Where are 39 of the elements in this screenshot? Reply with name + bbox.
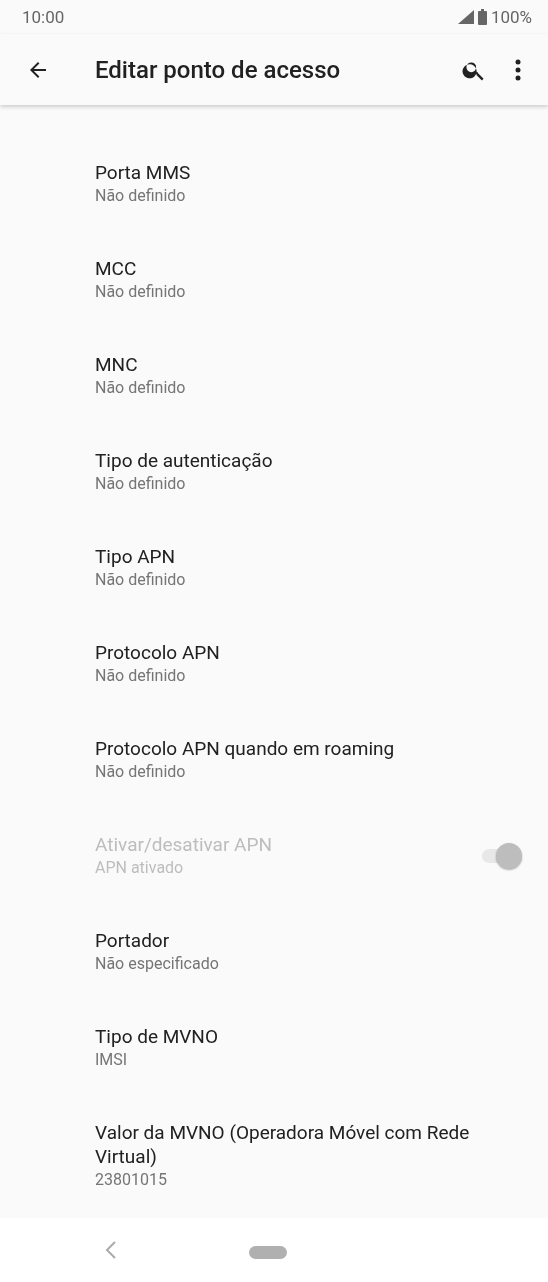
setting-item[interactable]: Tipo de MVNO IMSI xyxy=(0,989,548,1085)
setting-title: Protocolo APN xyxy=(95,641,221,665)
setting-item[interactable]: Portador Não especificado xyxy=(0,893,548,989)
setting-item[interactable]: Protocolo APN Não definido xyxy=(0,605,548,701)
setting-summary: Não definido xyxy=(95,569,187,591)
clock: 10:00 xyxy=(22,7,66,27)
setting-item[interactable]: Tipo de autenticação Não definido xyxy=(0,413,548,509)
setting-item[interactable]: Valor da MVNO (Operadora Móvel com Rede Virtual) 23801015 xyxy=(0,1085,548,1205)
more-options-icon[interactable] xyxy=(515,58,521,81)
setting-summary: Não definido xyxy=(95,185,187,207)
setting-summary: Não definido xyxy=(95,665,187,687)
setting-title: Porta MMS xyxy=(95,161,192,185)
screen-title: Editar ponto de acesso xyxy=(95,55,342,84)
setting-title: Protocolo APN quando em roaming xyxy=(95,737,396,761)
setting-item[interactable]: Protocolo APN quando em roaming Não definido xyxy=(0,701,548,797)
setting-title: Valor da MVNO (Operadora Móvel com Rede Virtual) xyxy=(95,1121,471,1169)
setting-item[interactable]: Porta MMS Não definido xyxy=(0,125,548,221)
setting-summary: Não definido xyxy=(95,281,187,303)
setting-summary: Não definido xyxy=(95,761,187,783)
setting-item[interactable]: MNC Não definido xyxy=(0,317,548,413)
setting-title: MNC xyxy=(95,353,139,377)
battery-icon xyxy=(477,9,487,25)
setting-summary: 23801015 xyxy=(95,1169,168,1191)
setting-title: Tipo APN xyxy=(95,545,177,569)
setting-summary: Não definido xyxy=(95,377,187,399)
setting-item[interactable]: Tipo APN Não definido xyxy=(0,509,548,605)
setting-summary: Não especificado xyxy=(95,953,220,975)
home-handle[interactable] xyxy=(249,1246,287,1259)
setting-summary: APN ativado xyxy=(95,857,185,879)
setting-summary: Não definido xyxy=(95,473,187,495)
setting-summary: IMSI xyxy=(95,1049,129,1071)
signal-icon xyxy=(457,10,474,24)
setting-title: Ativar/desativar APN xyxy=(95,833,273,857)
setting-title: Portador xyxy=(95,929,171,953)
setting-title: Tipo de MVNO xyxy=(95,1025,219,1049)
battery-level: 100% xyxy=(490,7,532,27)
setting-title: Tipo de autenticação xyxy=(95,449,274,473)
setting-title: MCC xyxy=(95,257,138,281)
setting-item[interactable]: MCC Não definido xyxy=(0,221,548,317)
